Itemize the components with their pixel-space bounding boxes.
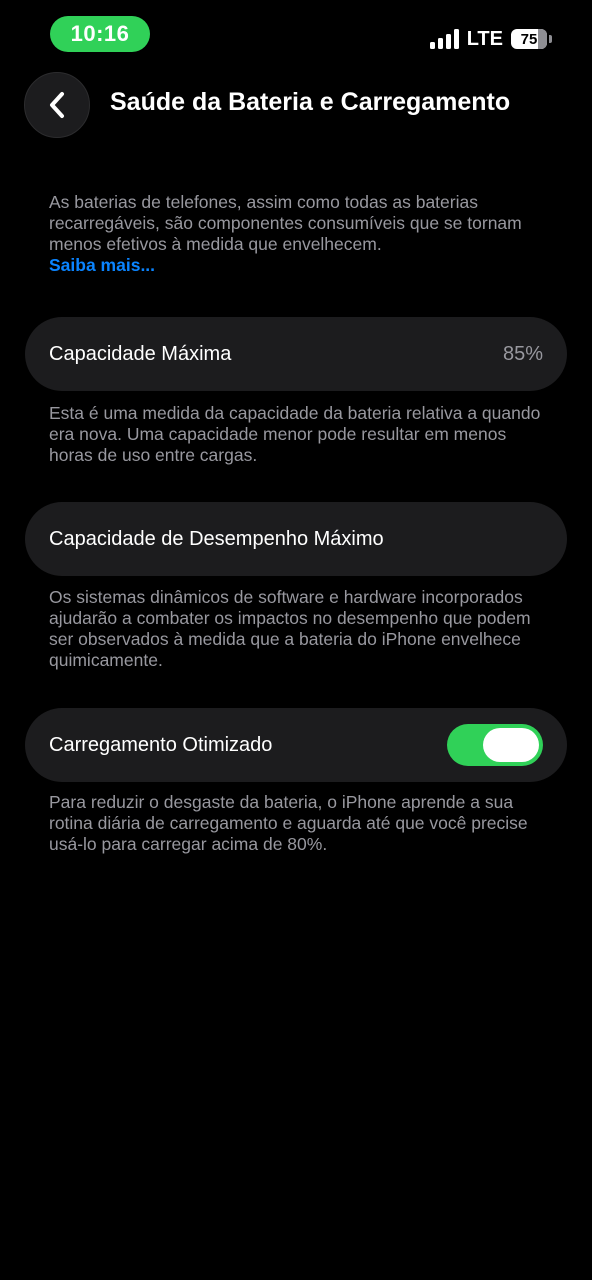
battery-level: 75 <box>520 30 538 48</box>
max-capacity-value: 85% <box>502 342 543 365</box>
optimized-charging-row: Carregamento Otimizado <box>25 708 567 782</box>
back-button[interactable] <box>24 72 90 138</box>
status-bar: 10:16 LTE 75 <box>0 0 592 70</box>
max-capacity-row: Capacidade Máxima 85% <box>25 317 567 391</box>
max-capacity-description: Esta é uma medida da capacidade da bater… <box>49 403 541 465</box>
status-indicators: LTE 75 <box>429 26 552 52</box>
learn-more-link[interactable]: Saiba mais... <box>49 255 549 276</box>
optimized-charging-toggle[interactable] <box>447 724 543 766</box>
chevron-left-icon <box>50 92 64 118</box>
battery-nub <box>549 35 552 43</box>
optimized-charging-label: Carregamento Otimizado <box>49 733 273 756</box>
peak-performance-label: Capacidade de Desempenho Máximo <box>49 527 384 550</box>
intro-text: As baterias de telefones, assim como tod… <box>49 192 522 254</box>
battery-icon: 75 <box>511 29 547 49</box>
status-time[interactable]: 10:16 <box>50 16 150 52</box>
network-type: LTE <box>466 27 503 50</box>
toggle-knob <box>483 728 539 762</box>
intro-description: As baterias de telefones, assim como tod… <box>49 192 549 276</box>
peak-performance-description: Os sistemas dinâmicos de software e hard… <box>49 587 531 670</box>
max-capacity-label: Capacidade Máxima <box>49 342 232 365</box>
signal-icon <box>429 29 459 49</box>
optimized-charging-description: Para reduzir o desgaste da bateria, o iP… <box>49 792 528 854</box>
page-title: Saúde da Bateria e Carregamento <box>110 88 511 116</box>
peak-performance-row: Capacidade de Desempenho Máximo <box>25 502 567 576</box>
